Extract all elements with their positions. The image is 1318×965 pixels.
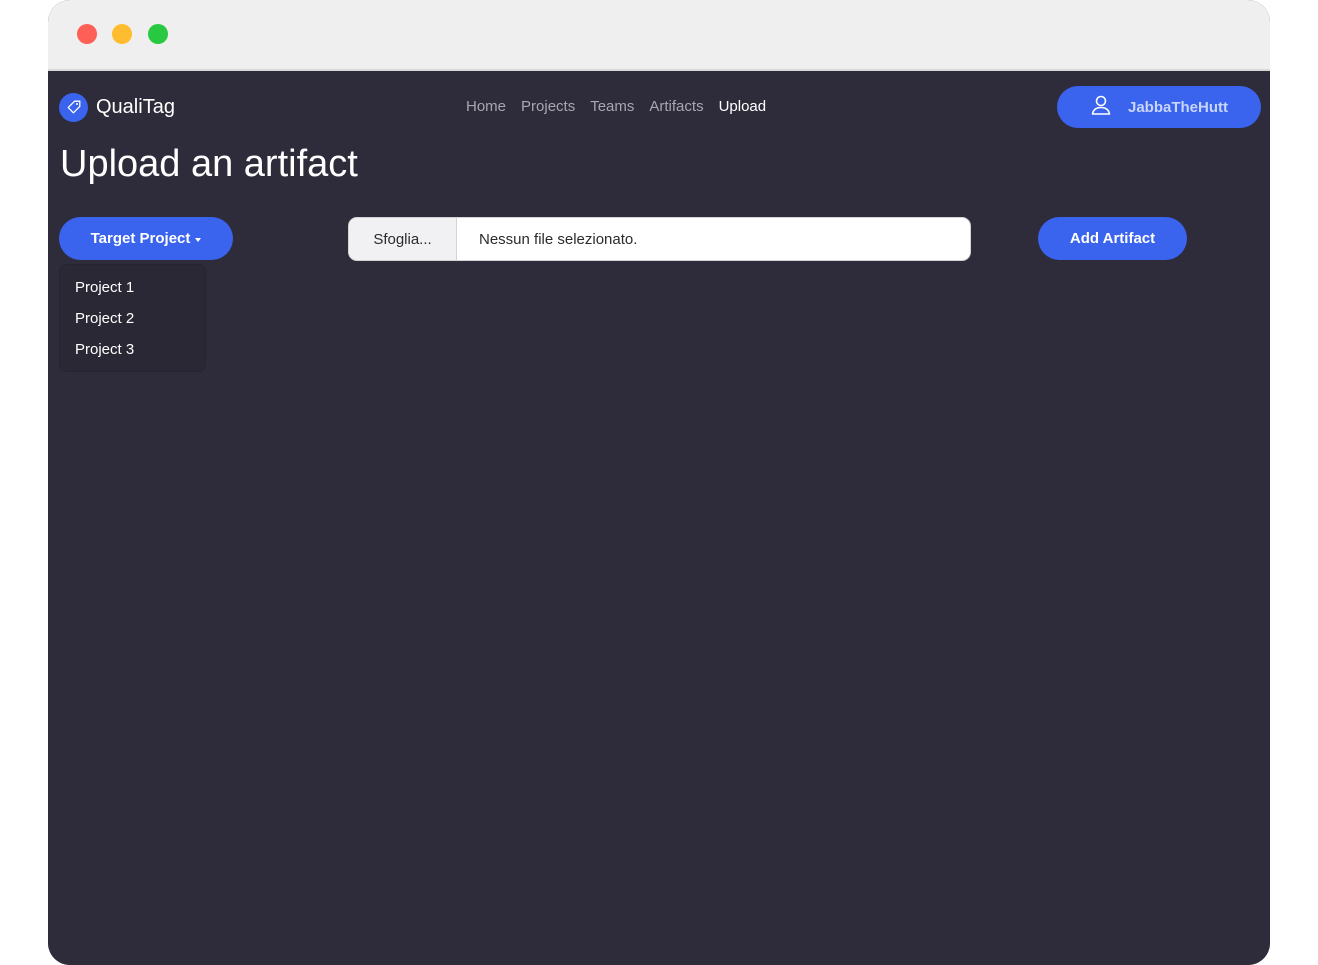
- maximize-window-button[interactable]: [148, 24, 168, 44]
- brand-name: QualiTag: [96, 95, 175, 118]
- browse-button[interactable]: Sfoglia...: [349, 218, 457, 260]
- main-nav: Home Projects Teams Artifacts Upload: [466, 98, 766, 115]
- nav-projects[interactable]: Projects: [521, 98, 575, 115]
- caret-down-icon: [195, 237, 202, 242]
- user-name: JabbaTheHutt: [1127, 98, 1228, 116]
- page-title: Upload an artifact: [60, 143, 358, 185]
- minimize-window-button[interactable]: [112, 24, 132, 44]
- project-option-3[interactable]: Project 3: [75, 341, 134, 358]
- brand[interactable]: QualiTag: [59, 92, 175, 122]
- close-window-button[interactable]: [77, 24, 97, 44]
- window-titlebar: [48, 0, 1270, 71]
- nav-upload[interactable]: Upload: [719, 98, 767, 115]
- user-icon: [1090, 94, 1112, 121]
- nav-teams[interactable]: Teams: [590, 98, 634, 115]
- project-option-2[interactable]: Project 2: [75, 310, 134, 327]
- nav-artifacts[interactable]: Artifacts: [649, 98, 703, 115]
- nav-home[interactable]: Home: [466, 98, 506, 115]
- browser-window: QualiTag Home Projects Teams Artifacts U…: [48, 0, 1270, 965]
- target-project-dropdown-button[interactable]: Target Project: [59, 217, 233, 260]
- target-project-menu: Project 1 Project 2 Project 3: [59, 264, 206, 372]
- tag-icon: [59, 92, 88, 122]
- file-input[interactable]: Sfoglia... Nessun file selezionato.: [348, 217, 971, 261]
- file-status-text: Nessun file selezionato.: [479, 230, 638, 248]
- project-option-1[interactable]: Project 1: [75, 279, 134, 296]
- add-artifact-button[interactable]: Add Artifact: [1038, 217, 1187, 260]
- app-page: QualiTag Home Projects Teams Artifacts U…: [48, 71, 1270, 965]
- user-menu-button[interactable]: JabbaTheHutt: [1057, 86, 1261, 128]
- target-project-label: Target Project: [90, 230, 191, 247]
